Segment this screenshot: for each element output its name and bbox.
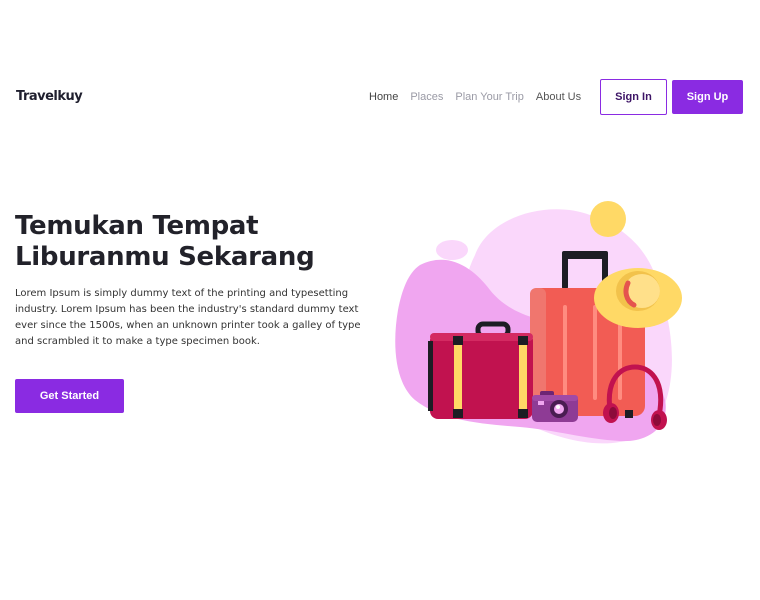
sign-up-button[interactable]: Sign Up: [672, 80, 743, 114]
nav-link-plan-your-trip[interactable]: Plan Your Trip: [455, 91, 524, 103]
nav-link-places[interactable]: Places: [410, 91, 443, 103]
travel-illustration: [395, 201, 682, 444]
main-nav: Home Places Plan Your Trip About Us: [369, 91, 581, 103]
sun-hat-icon: [594, 268, 682, 328]
sun-icon: [590, 201, 626, 237]
hero-title: Temukan Tempat Liburanmu Sekarang: [15, 211, 315, 272]
sign-in-button[interactable]: Sign In: [600, 79, 667, 115]
background-blob-small: [436, 240, 468, 260]
hero-description: Lorem Ipsum is simply dummy text of the …: [15, 288, 361, 347]
suitcase-icon: [428, 321, 533, 419]
camera-icon: [532, 391, 578, 422]
nav-link-about-us[interactable]: About Us: [536, 91, 581, 103]
brand-logo[interactable]: Travelkuy: [16, 89, 83, 104]
nav-link-home[interactable]: Home: [369, 91, 398, 103]
get-started-button[interactable]: Get Started: [15, 379, 124, 413]
